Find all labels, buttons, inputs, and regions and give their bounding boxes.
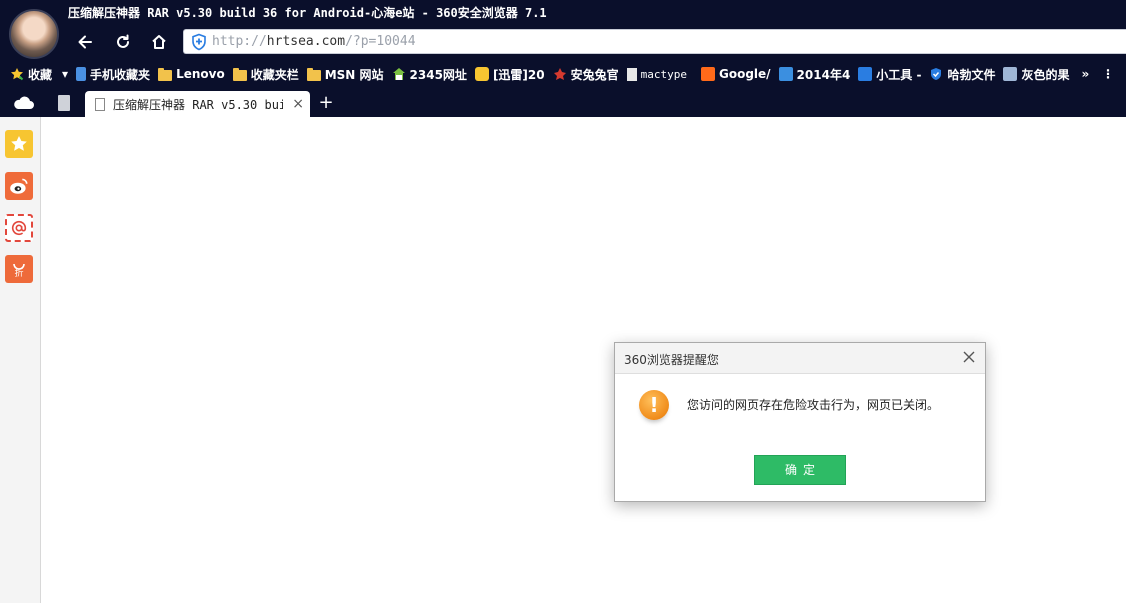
cloud-icon[interactable] xyxy=(12,94,36,112)
seven-icon xyxy=(858,67,873,81)
bookmark-tools[interactable]: 小工具 - xyxy=(854,62,925,86)
sidebar-weibo[interactable] xyxy=(5,172,33,200)
dialog-message: 您访问的网页存在危险攻击行为，网页已关闭。 xyxy=(687,398,940,412)
bookmark-2014[interactable]: 2014年4 xyxy=(775,62,855,86)
bookmark-favorites-bar[interactable]: 收藏夹栏 xyxy=(229,62,303,86)
sidebar-mail[interactable] xyxy=(5,214,33,242)
bookmark-mactype[interactable]: mactype xyxy=(623,62,691,86)
back-button[interactable] xyxy=(72,29,98,55)
url-path: /?p=10044 xyxy=(345,34,416,49)
new-tab-button[interactable]: + xyxy=(316,92,336,114)
folder-icon xyxy=(306,67,321,81)
close-icon[interactable] xyxy=(961,349,977,365)
bookmark-grey-fruit[interactable]: 灰色的果 xyxy=(999,62,1073,86)
warning-icon: ! xyxy=(639,390,669,420)
bookmarks-more-button[interactable]: » xyxy=(1078,62,1094,86)
antutu-icon xyxy=(553,67,567,81)
bookmark-2345[interactable]: 2345网址 xyxy=(388,62,471,86)
document-icon xyxy=(95,97,105,111)
site-icon xyxy=(392,67,406,81)
folder-icon xyxy=(158,67,173,81)
bookmark-habo[interactable]: 哈勃文件 xyxy=(925,62,999,86)
svg-text:折: 折 xyxy=(14,267,23,279)
sidebar-favorites[interactable] xyxy=(5,130,33,158)
star-icon xyxy=(10,67,24,81)
tab-list-icon[interactable] xyxy=(58,95,70,111)
bookmark-lenovo[interactable]: Lenovo xyxy=(154,62,229,86)
star-icon xyxy=(11,136,27,151)
xunlei-icon xyxy=(474,67,489,81)
avatar-site-icon xyxy=(1003,67,1018,81)
bookmarks-bar: 收藏 ▾ 手机收藏夹 Lenovo 收藏夹栏 MSN 网站 2345网址 [迅雷… xyxy=(0,62,1126,86)
user-avatar[interactable] xyxy=(9,9,59,59)
kebab-menu-icon[interactable]: ⋮ xyxy=(1102,62,1114,86)
dialog-header: 360浏览器提醒您 xyxy=(615,343,985,374)
bookmark-xunlei[interactable]: [迅雷]20 xyxy=(471,62,549,86)
bookmark-mobile[interactable]: 手机收藏夹 xyxy=(72,62,154,86)
close-icon[interactable]: × xyxy=(292,96,304,112)
security-shield-icon[interactable] xyxy=(190,33,208,51)
bookmark-msn[interactable]: MSN 网站 xyxy=(303,62,388,86)
at-sign-icon xyxy=(11,220,27,236)
folder-icon xyxy=(232,67,247,81)
page-icon xyxy=(626,67,637,81)
bookmark-favorites[interactable]: 收藏 ▾ xyxy=(0,62,72,86)
address-bar[interactable]: http://hrtsea.com/?p=10044 xyxy=(183,29,1126,54)
shopping-bag-icon: 折 xyxy=(13,263,25,279)
bookmark-antutu[interactable]: 安兔兔官 xyxy=(549,62,623,86)
home-icon xyxy=(152,35,166,49)
window-title: 压缩解压神器 RAR v5.30 build 36 for Android-心海… xyxy=(68,6,547,20)
tab-active[interactable]: 压缩解压神器 RAR v5.30 build 36 for Android-心海… xyxy=(85,91,310,117)
left-sidebar: 折 xyxy=(0,117,41,603)
url-scheme: http:// xyxy=(212,34,267,49)
tab-label: 压缩解压神器 RAR v5.30 build 36 for Android-心海… xyxy=(113,97,283,112)
reload-icon xyxy=(117,34,129,48)
weibo-icon xyxy=(10,178,28,194)
arrow-left-icon xyxy=(78,35,92,49)
blue-site-icon xyxy=(778,67,793,81)
bookmark-google[interactable]: Google/ xyxy=(697,62,775,86)
sidebar-discount[interactable]: 折 xyxy=(5,255,33,283)
warning-dialog: 360浏览器提醒您 ! 您访问的网页存在危险攻击行为，网页已关闭。 确定 xyxy=(614,342,986,502)
home-button[interactable] xyxy=(146,29,172,55)
url-host: hrtsea.com xyxy=(266,34,346,49)
taobao-icon xyxy=(700,67,715,81)
ok-button[interactable]: 确定 xyxy=(754,455,846,485)
reload-button[interactable] xyxy=(110,29,136,55)
shield-icon xyxy=(929,67,943,81)
chevron-down-icon[interactable]: ▾ xyxy=(62,67,68,81)
phone-icon xyxy=(76,67,87,81)
dialog-title: 360浏览器提醒您 xyxy=(624,353,719,367)
